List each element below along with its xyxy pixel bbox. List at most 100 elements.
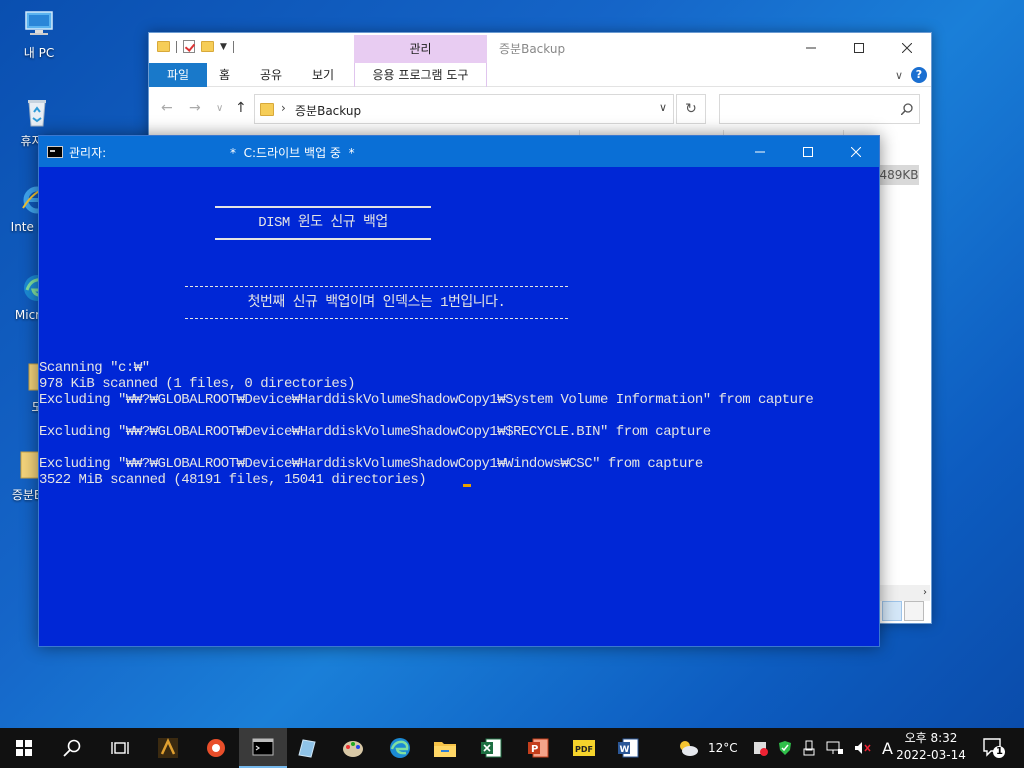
window-controls [736, 136, 880, 167]
scroll-right-icon[interactable]: › [923, 587, 927, 598]
desktop-icon-this-pc[interactable]: 내 PC [4, 6, 74, 61]
security-alert-icon[interactable] [752, 740, 768, 756]
network-icon[interactable] [826, 740, 844, 756]
ribbon-tabs: 파일 홈 공유 보기 응용 프로그램 도구 ∨ ? [149, 63, 931, 87]
address-bar[interactable]: › 증분Backup ∨ [254, 94, 674, 124]
cmd-titlebar[interactable]: 관리자: * C:드라이브 백업 중 * [39, 136, 879, 167]
forward-arrow-icon[interactable]: → [189, 100, 201, 116]
horizontal-scrollbar[interactable]: › [880, 585, 930, 601]
command-prompt-window[interactable]: 관리자: * C:드라이브 백업 중 * DISM 윈도 신규 백업 첫번째 신… [38, 135, 880, 647]
maximize-button[interactable] [784, 136, 832, 167]
maximize-button[interactable] [835, 33, 883, 63]
clock-date: 2022-03-14 [896, 748, 966, 762]
tab-application-tools[interactable]: 응용 프로그램 도구 [354, 63, 487, 87]
input-method-indicator[interactable]: A [882, 739, 893, 758]
notice-text: 첫번째 신규 백업이며 인덱스는 1번입니다. [247, 295, 506, 311]
chevron-down-icon[interactable]: ∨ [659, 101, 667, 114]
chevron-down-icon[interactable]: ▼ [220, 42, 227, 52]
up-arrow-icon[interactable]: ↑ [235, 100, 247, 116]
volume-muted-icon[interactable] [854, 740, 872, 756]
recent-locations-icon[interactable]: ∨ [216, 103, 223, 114]
close-button[interactable] [883, 33, 931, 63]
divider [232, 40, 234, 53]
banner-top-rule [215, 206, 431, 208]
task-view-button[interactable] [96, 728, 144, 768]
excel-icon [481, 738, 502, 758]
console-line: 978 KiB scanned (1 files, 0 directories) [39, 376, 356, 392]
properties-icon[interactable] [183, 40, 195, 53]
search-button[interactable] [48, 728, 96, 768]
system-clock[interactable]: 오후 8:32 2022-03-14 [893, 730, 969, 764]
recycle-bin-icon [19, 94, 55, 130]
taskbar-app-cmd[interactable] [239, 728, 287, 768]
expand-ribbon-icon[interactable]: ∨ [895, 69, 903, 82]
system-tray-icons: A [752, 728, 893, 768]
app-icon [207, 739, 225, 757]
maximize-icon [854, 43, 864, 53]
usb-device-icon[interactable] [802, 740, 816, 756]
notice-bottom-rule [185, 318, 568, 319]
search-input[interactable] [719, 94, 920, 124]
svg-text:W: W [620, 745, 630, 755]
refresh-button[interactable]: ↻ [676, 94, 706, 124]
edge-icon [390, 738, 410, 758]
taskbar-app-excel[interactable] [467, 728, 515, 768]
word-icon: W [618, 738, 639, 758]
window-title: 증분Backup [499, 42, 566, 56]
minimize-button[interactable] [736, 136, 784, 167]
new-folder-icon[interactable] [201, 41, 214, 52]
tab-home[interactable]: 홈 [219, 63, 230, 87]
tab-file[interactable]: 파일 [149, 63, 207, 87]
tab-share[interactable]: 공유 [260, 63, 282, 87]
console-icon [47, 146, 63, 158]
console-line: 3522 MiB scanned (48191 files, 15041 dir… [39, 472, 427, 488]
taskbar: P PDF W 12°C A 오후 8:32 2022-03-14 1 [0, 728, 1024, 768]
minimize-button[interactable] [787, 33, 835, 63]
shield-check-icon[interactable] [778, 740, 792, 756]
search-icon [901, 103, 913, 115]
close-button[interactable] [832, 136, 880, 167]
tab-manage[interactable]: 관리 [354, 35, 487, 63]
console-icon [252, 738, 274, 756]
taskbar-app-edge[interactable] [376, 728, 424, 768]
back-arrow-icon[interactable]: ← [161, 100, 173, 116]
close-icon [902, 43, 912, 53]
banner-bottom-rule [215, 238, 431, 240]
desktop-icon-label: 내 PC [23, 46, 55, 60]
cmd-title-left: 관리자: [69, 146, 107, 160]
tab-view[interactable]: 보기 [312, 63, 334, 87]
navigation-bar: ← → ∨ ↑ › 증분Backup ∨ ↻ [149, 88, 931, 130]
ribbon-controls: ∨ ? [895, 67, 927, 83]
taskbar-app-powerpoint[interactable]: P [514, 728, 562, 768]
address-path[interactable]: 증분Backup [295, 102, 361, 119]
taskbar-app-pinned-2[interactable] [192, 728, 240, 768]
folder-icon[interactable] [157, 41, 170, 52]
explorer-titlebar[interactable]: ▼ 관리 증분Backup [149, 33, 931, 63]
taskbar-app-pinned-4[interactable] [282, 728, 330, 768]
taskbar-app-pinned-1[interactable] [144, 728, 192, 768]
help-icon[interactable]: ? [911, 67, 927, 83]
pdf-icon: PDF [573, 740, 595, 756]
details-view-button[interactable] [882, 601, 902, 621]
partly-cloudy-icon [680, 741, 698, 756]
notification-center-button[interactable]: 1 [982, 736, 1006, 760]
computer-icon [21, 6, 57, 42]
file-size-cell: 489KB [879, 165, 919, 185]
large-icons-view-button[interactable] [904, 601, 924, 621]
taskbar-app-pinned-5[interactable] [329, 728, 377, 768]
taskbar-app-pdf[interactable]: PDF [560, 728, 608, 768]
taskbar-app-file-explorer[interactable] [421, 728, 469, 768]
app-icon [158, 738, 178, 758]
console-line: Scanning "c:₩" [39, 360, 150, 376]
breadcrumb-chevron-icon[interactable]: › [281, 101, 286, 115]
start-button[interactable] [0, 728, 48, 768]
console-output[interactable]: DISM 윈도 신규 백업 첫번째 신규 백업이며 인덱스는 1번입니다. Sc… [39, 167, 879, 646]
console-line: Excluding "₩₩?₩GLOBALROOT₩Device₩Harddis… [39, 456, 703, 472]
search-icon [63, 739, 81, 757]
weather-widget[interactable]: 12°C [676, 728, 738, 768]
refresh-icon: ↻ [685, 101, 697, 117]
taskbar-app-word[interactable]: W [604, 728, 652, 768]
windows-logo-icon [16, 740, 32, 756]
folder-icon [260, 103, 274, 116]
paint-palette-icon [343, 741, 363, 757]
